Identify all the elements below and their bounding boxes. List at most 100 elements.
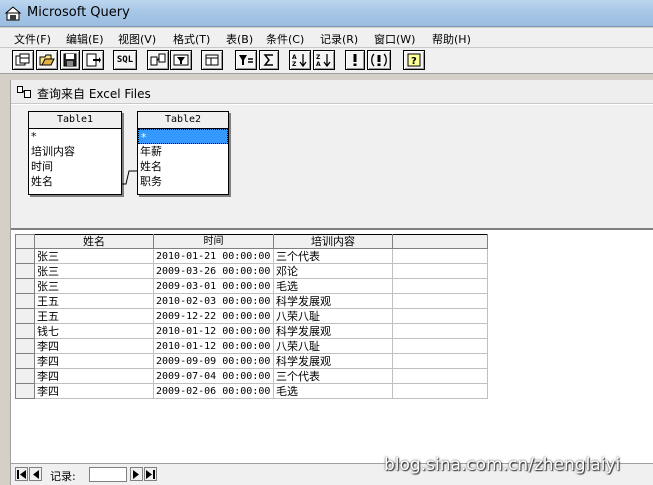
- row-header[interactable]: [15, 323, 35, 339]
- row-header[interactable]: [15, 293, 35, 309]
- table-cell[interactable]: 科学发展观: [273, 293, 393, 309]
- row-header[interactable]: [15, 353, 35, 369]
- row-header[interactable]: [15, 278, 35, 294]
- table2-box[interactable]: Table2 * 年薪 姓名 职务: [137, 111, 229, 195]
- table1-field[interactable]: 时间: [29, 159, 121, 174]
- menu-view[interactable]: 视图(V): [118, 31, 156, 47]
- table-row[interactable]: 王五 2009-12-22 00:00:00 八荣八耻: [15, 308, 488, 324]
- row-header[interactable]: [15, 263, 35, 279]
- menu-window[interactable]: 窗口(W): [374, 31, 415, 47]
- table1-field[interactable]: 培训内容: [29, 144, 121, 159]
- table-cell[interactable]: 毛选: [273, 383, 393, 399]
- table-cell-empty[interactable]: [392, 353, 488, 369]
- table-cell[interactable]: 张三: [34, 263, 154, 279]
- table-cell[interactable]: 三个代表: [273, 368, 393, 384]
- table-cell-empty[interactable]: [392, 323, 488, 339]
- table-row[interactable]: 张三 2009-03-26 00:00:00 邓论: [15, 263, 488, 279]
- table-cell[interactable]: 李四: [34, 338, 154, 354]
- table-cell[interactable]: 2009-09-09 00:00:00: [153, 353, 274, 369]
- table-cell-empty[interactable]: [392, 293, 488, 309]
- table-cell[interactable]: 三个代表: [273, 248, 393, 264]
- table1-header[interactable]: Table1: [29, 112, 121, 129]
- row-header[interactable]: [15, 383, 35, 399]
- title-bar[interactable]: Microsoft Query: [0, 0, 653, 27]
- table-cell-empty[interactable]: [392, 308, 488, 324]
- table-row[interactable]: 张三 2009-03-01 00:00:00 毛选: [15, 278, 488, 294]
- table-cell[interactable]: 2009-07-04 00:00:00: [153, 368, 274, 384]
- table-cell[interactable]: 李四: [34, 368, 154, 384]
- table-cell[interactable]: 2009-03-26 00:00:00: [153, 263, 274, 279]
- table-cell[interactable]: 科学发展观: [273, 323, 393, 339]
- table-cell-empty[interactable]: [392, 368, 488, 384]
- column-header[interactable]: 姓名: [34, 234, 154, 249]
- table-row[interactable]: 张三 2010-01-21 00:00:00 三个代表: [15, 248, 488, 264]
- column-header-empty[interactable]: [392, 234, 488, 249]
- menu-records[interactable]: 记录(R): [320, 31, 358, 47]
- table-pane[interactable]: Table1 * 培训内容 时间 姓名 Table2 * 年薪 姓名 职务: [11, 105, 653, 230]
- table-cell-empty[interactable]: [392, 338, 488, 354]
- table1-field[interactable]: 姓名: [29, 174, 121, 189]
- criteria-equals-button[interactable]: [235, 50, 257, 70]
- row-header[interactable]: [15, 308, 35, 324]
- table-cell[interactable]: 八荣八耻: [273, 338, 393, 354]
- menu-help[interactable]: 帮助(H): [432, 31, 471, 47]
- show-tables-button[interactable]: [147, 50, 169, 70]
- table-row[interactable]: 王五 2010-02-03 00:00:00 科学发展观: [15, 293, 488, 309]
- table-cell[interactable]: 2009-12-22 00:00:00: [153, 308, 274, 324]
- table2-field[interactable]: 姓名: [138, 159, 228, 174]
- menu-criteria[interactable]: 条件(C): [266, 31, 304, 47]
- previous-record-button[interactable]: [29, 467, 42, 481]
- table-cell[interactable]: 张三: [34, 278, 154, 294]
- table1-box[interactable]: Table1 * 培训内容 时间 姓名: [28, 111, 122, 195]
- new-query-button[interactable]: [12, 50, 34, 70]
- sort-ascending-button[interactable]: A Z: [289, 50, 311, 70]
- menu-file[interactable]: 文件(F): [14, 31, 51, 47]
- add-tables-button[interactable]: [201, 50, 223, 70]
- menu-table[interactable]: 表(B): [226, 31, 253, 47]
- row-header[interactable]: [15, 248, 35, 264]
- table-row[interactable]: 李四 2009-07-04 00:00:00 三个代表: [15, 368, 488, 384]
- table1-field[interactable]: *: [29, 129, 121, 144]
- table-cell[interactable]: 2010-02-03 00:00:00: [153, 293, 274, 309]
- first-record-button[interactable]: [15, 467, 28, 481]
- help-button[interactable]: ?: [403, 50, 425, 70]
- row-header[interactable]: [15, 368, 35, 384]
- show-criteria-button[interactable]: [170, 50, 192, 70]
- menu-edit[interactable]: 编辑(E): [66, 31, 104, 47]
- table-row[interactable]: 李四 2010-01-12 00:00:00 八荣八耻: [15, 338, 488, 354]
- table-cell[interactable]: 2010-01-21 00:00:00: [153, 248, 274, 264]
- row-header-corner[interactable]: [15, 234, 35, 249]
- table2-field[interactable]: 年薪: [138, 144, 228, 159]
- table-cell[interactable]: 李四: [34, 353, 154, 369]
- column-header[interactable]: 培训内容: [273, 234, 393, 249]
- table-cell[interactable]: 王五: [34, 308, 154, 324]
- table-cell-empty[interactable]: [392, 248, 488, 264]
- table2-header[interactable]: Table2: [138, 112, 228, 129]
- table-cell[interactable]: 2009-03-01 00:00:00: [153, 278, 274, 294]
- table2-field[interactable]: 职务: [138, 174, 228, 189]
- table-row[interactable]: 李四 2009-02-06 00:00:00 毛选: [15, 383, 488, 399]
- table-cell[interactable]: 2010-01-12 00:00:00: [153, 338, 274, 354]
- table-cell[interactable]: 王五: [34, 293, 154, 309]
- record-number-input[interactable]: [89, 467, 127, 482]
- table-row[interactable]: 李四 2009-09-09 00:00:00 科学发展观: [15, 353, 488, 369]
- table-cell-empty[interactable]: [392, 383, 488, 399]
- table-cell-empty[interactable]: [392, 263, 488, 279]
- table-cell[interactable]: 钱七: [34, 323, 154, 339]
- table-cell[interactable]: 邓论: [273, 263, 393, 279]
- table-cell[interactable]: 李四: [34, 383, 154, 399]
- column-header[interactable]: 时间: [153, 234, 274, 249]
- table-row[interactable]: 钱七 2010-01-12 00:00:00 科学发展观: [15, 323, 488, 339]
- table2-field-selected[interactable]: *: [138, 129, 228, 144]
- save-button[interactable]: [60, 50, 80, 70]
- table-cell[interactable]: 张三: [34, 248, 154, 264]
- table-cell[interactable]: 八荣八耻: [273, 308, 393, 324]
- menu-format[interactable]: 格式(T): [173, 31, 210, 47]
- table-cell[interactable]: 2009-02-06 00:00:00: [153, 383, 274, 399]
- table-cell[interactable]: 2010-01-12 00:00:00: [153, 323, 274, 339]
- query-window-titlebar[interactable]: 查询来自 Excel Files: [11, 80, 653, 104]
- totals-button[interactable]: [259, 50, 279, 70]
- table-cell[interactable]: 毛选: [273, 278, 393, 294]
- open-button[interactable]: [36, 50, 58, 70]
- last-record-button[interactable]: [144, 467, 157, 481]
